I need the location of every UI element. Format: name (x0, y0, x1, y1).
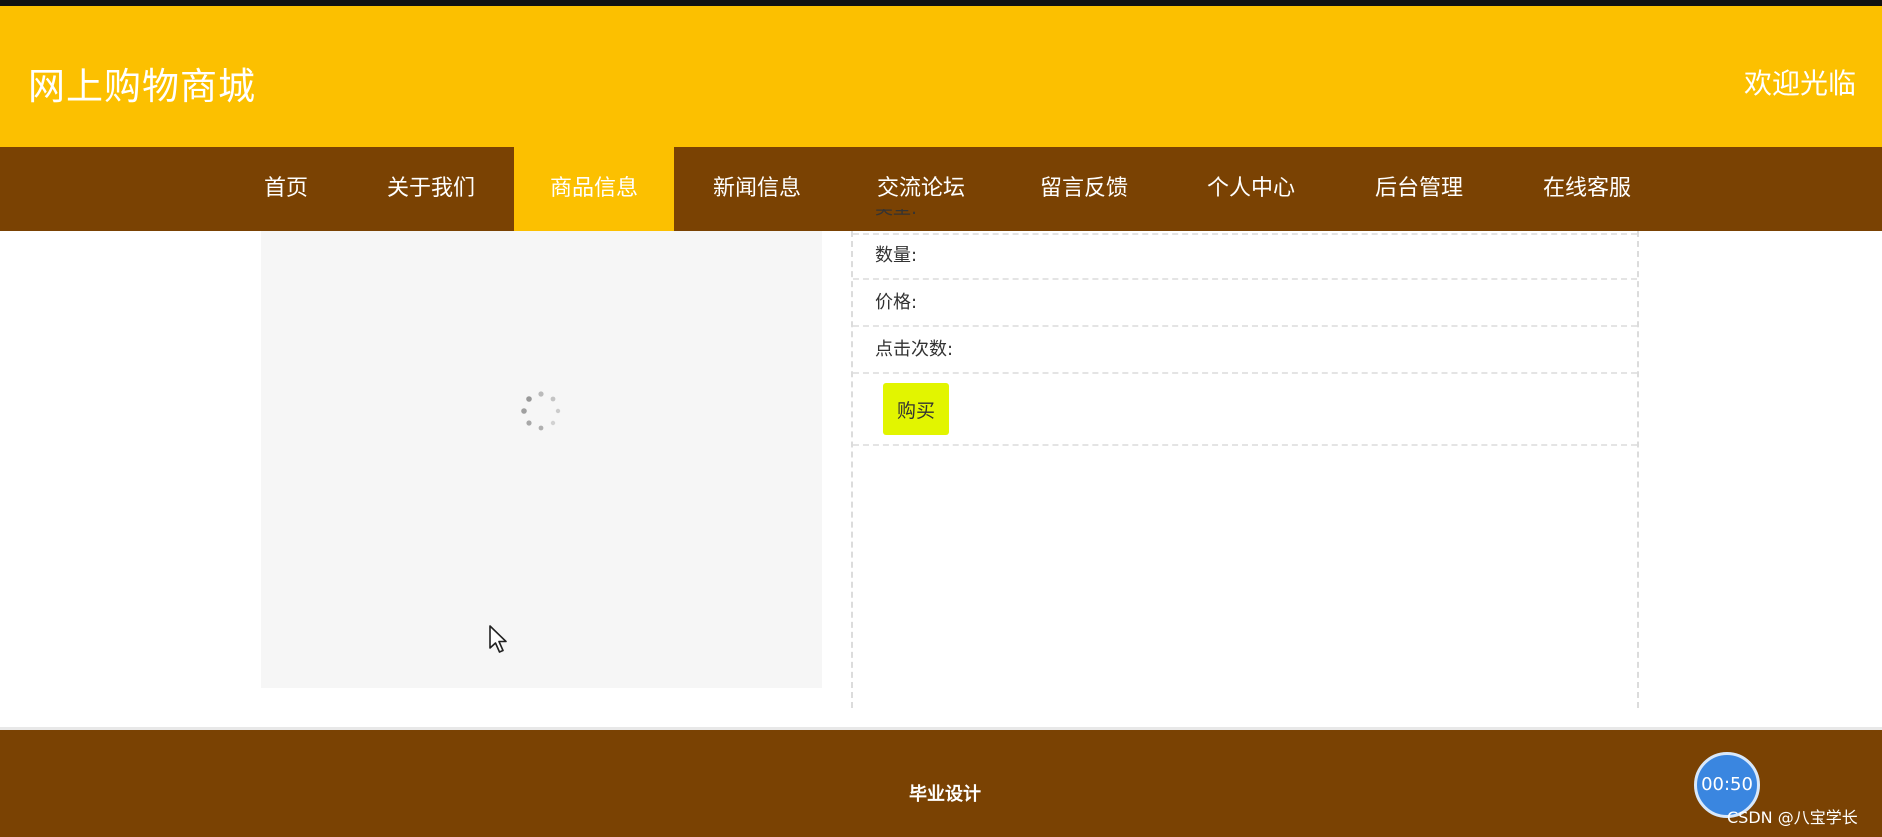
site-header: 网上购物商城 欢迎光临 (0, 6, 1882, 147)
nav-item-products[interactable]: 商品信息 (514, 147, 674, 231)
watermark: CSDN @八宝学长 (1727, 808, 1858, 827)
nav-item-home[interactable]: 首页 (246, 147, 326, 231)
product-detail-panel: 类型: 数量: 价格: 点击次数: 购买 (851, 209, 1639, 708)
nav-item-news[interactable]: 新闻信息 (696, 147, 818, 231)
field-row-price: 价格: (853, 280, 1637, 327)
site-footer: 毕业设计 (0, 727, 1882, 837)
product-image-panel (261, 231, 822, 688)
field-row-clicks: 点击次数: (853, 327, 1637, 374)
partial-field-row: 类型: (853, 209, 1637, 235)
field-row-quantity: 数量: (853, 233, 1637, 280)
field-label-clicks: 点击次数: (875, 339, 954, 360)
footer-text: 毕业设计 (909, 784, 981, 805)
field-label-price: 价格: (875, 292, 918, 313)
mouse-cursor-icon (489, 625, 507, 653)
welcome-text: 欢迎光临 (1743, 67, 1856, 100)
field-label-quantity: 数量: (875, 245, 918, 266)
site-title[interactable]: 网上购物商城 (28, 56, 256, 110)
loading-spinner-icon (521, 391, 561, 431)
nav-item-about[interactable]: 关于我们 (370, 147, 492, 231)
buy-row: 购买 (853, 374, 1637, 446)
partial-field-label: 类型: (875, 209, 917, 221)
buy-button[interactable]: 购买 (883, 383, 949, 435)
